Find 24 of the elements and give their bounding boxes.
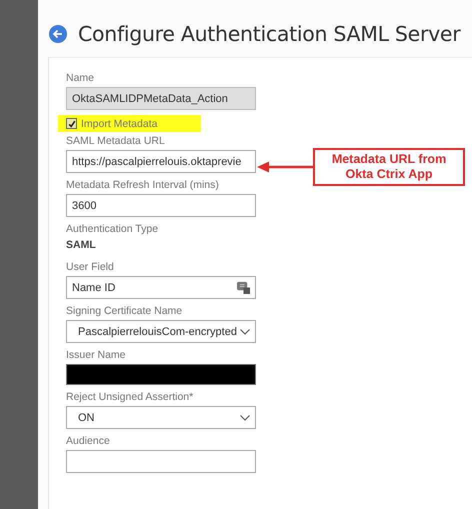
dropdown[interactable]: PascalpierrelouisCom-encrypted [66,320,256,343]
field-label: Name [66,72,96,84]
field-label: User Field [66,261,115,273]
page-title: Configure Authentication SAML Server [78,22,460,46]
input-field[interactable]: Name ID [66,276,256,299]
field-label: SAML Metadata URL [66,135,166,147]
field-value: SAML [66,239,97,251]
checkbox-label: Import Metadata [81,118,158,130]
arrow [257,161,313,173]
field-label: Authentication Type [66,223,160,235]
callout-note: Metadata URL from Okta Ctrix App [313,148,465,186]
field-label: Signing Certificate Name [66,305,184,317]
field-label: Metadata Refresh Interval (mins) [66,179,220,191]
chevron-down-icon [240,414,250,420]
field-label: Audience [66,435,111,447]
dropdown[interactable]: ON [66,406,256,429]
chevron-down-icon [240,328,250,334]
input-field[interactable]: https://pascalpierrelouis.oktaprevie [66,150,256,173]
checkbox[interactable] [66,118,77,129]
field-label: Issuer Name [66,349,127,361]
input-field[interactable]: 3600 [66,194,256,217]
field-label: Reject Unsigned Assertion* [66,391,194,403]
picker-icon[interactable] [237,281,250,294]
input-field[interactable] [66,450,256,473]
